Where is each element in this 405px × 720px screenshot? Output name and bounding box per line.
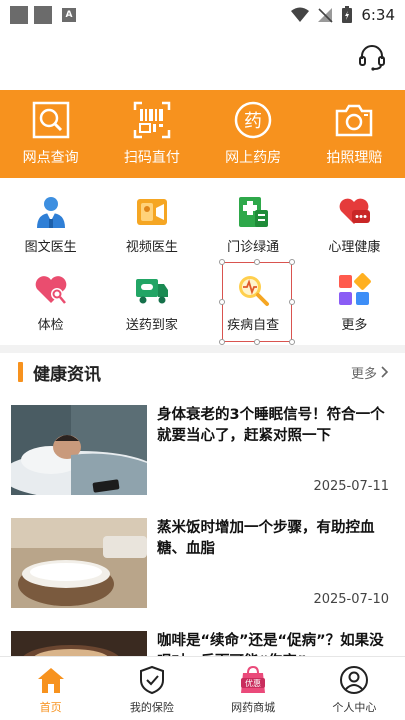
mall-icon: 优惠 bbox=[241, 665, 266, 693]
wifi-icon bbox=[291, 7, 310, 22]
news-item[interactable]: 身体衰老的3个睡眠信号！符合一个就要当心了，赶紧对照一下 2025-07-11 bbox=[0, 395, 405, 505]
nav-label: 我的保险 bbox=[129, 701, 174, 714]
service-clinic-green-channel[interactable]: 门诊绿通 bbox=[203, 186, 304, 264]
selection-handle bbox=[254, 259, 260, 265]
service-text-doctor[interactable]: 图文医生 bbox=[0, 186, 101, 264]
health-news-header: 健康资讯 更多 bbox=[0, 358, 405, 386]
service-mental-health[interactable]: 心理健康 bbox=[304, 186, 405, 264]
news-item[interactable]: 蒸米饭时增加一个步骤，有助控血糖、血脂 2025-07-10 bbox=[0, 508, 405, 618]
bottom-nav: 首页 我的保险 优惠 网药商城 个人中心 bbox=[0, 656, 405, 720]
news-thumbnail bbox=[11, 405, 147, 495]
news-date: 2025-07-10 bbox=[313, 592, 389, 607]
banner-item-scan-pay[interactable]: 扫码直付 bbox=[101, 90, 202, 178]
more-news-link[interactable]: 更多 bbox=[351, 363, 389, 382]
banner-label: 扫码直付 bbox=[123, 150, 180, 166]
notification-icon bbox=[34, 6, 52, 24]
chevron-right-icon bbox=[381, 366, 389, 378]
banner-label: 拍照理赔 bbox=[326, 150, 383, 166]
service-video-doctor[interactable]: 视频医生 bbox=[101, 186, 202, 264]
pharmacy-icon: 药 bbox=[234, 101, 272, 139]
service-label: 视频医生 bbox=[125, 240, 178, 255]
mall-badge: 优惠 bbox=[245, 678, 261, 688]
service-label: 心理健康 bbox=[328, 240, 381, 255]
nav-mall[interactable]: 优惠 网药商城 bbox=[203, 657, 304, 720]
section-accent-bar bbox=[18, 362, 23, 382]
more-apps-icon bbox=[339, 273, 372, 305]
news-date: 2025-07-11 bbox=[313, 479, 389, 494]
selection-handle bbox=[289, 259, 295, 265]
shield-check-icon bbox=[139, 665, 164, 695]
user-icon bbox=[340, 666, 369, 694]
doctor-icon bbox=[36, 197, 65, 228]
clinic-icon bbox=[239, 197, 269, 227]
barcode-icon bbox=[133, 101, 171, 139]
service-label: 体检 bbox=[37, 318, 64, 333]
home-icon bbox=[37, 668, 64, 693]
notification-icon bbox=[10, 6, 28, 24]
service-label: 图文医生 bbox=[24, 240, 77, 255]
svg-text:药: 药 bbox=[244, 111, 262, 132]
news-title: 蒸米饭时增加一个步骤，有助控血糖、血脂 bbox=[157, 520, 375, 557]
nav-profile[interactable]: 个人中心 bbox=[304, 657, 405, 720]
service-more[interactable]: 更多 bbox=[304, 264, 405, 342]
nav-label: 个人中心 bbox=[332, 701, 377, 714]
selection-handle bbox=[219, 299, 225, 305]
service-label: 送药到家 bbox=[125, 318, 178, 333]
selection-handle bbox=[289, 299, 295, 305]
nav-home[interactable]: 首页 bbox=[0, 657, 101, 720]
section-divider bbox=[0, 345, 405, 353]
banner-item-outlet-search[interactable]: 网点查询 bbox=[0, 90, 101, 178]
section-title: 健康资讯 bbox=[33, 364, 101, 385]
banner-label: 网上药房 bbox=[225, 150, 282, 166]
news-thumbnail bbox=[11, 518, 147, 608]
search-icon bbox=[32, 101, 69, 139]
selection-handle bbox=[219, 259, 225, 265]
delivery-truck-icon bbox=[135, 279, 168, 304]
selection-box bbox=[222, 262, 292, 342]
nav-label: 网药商城 bbox=[231, 701, 276, 714]
status-bar: A 6:34 bbox=[0, 0, 405, 30]
heart-chat-icon bbox=[339, 198, 371, 224]
customer-service-icon[interactable] bbox=[357, 42, 387, 72]
banner-label: 网点查询 bbox=[22, 150, 79, 166]
service-label: 更多 bbox=[341, 318, 368, 333]
clock: 6:34 bbox=[361, 6, 395, 24]
checkup-icon bbox=[35, 276, 66, 304]
nav-my-insurance[interactable]: 我的保险 bbox=[101, 657, 202, 720]
nav-label: 首页 bbox=[39, 701, 62, 714]
services-grid: 图文医生 视频医生 门诊绿通 心理健康 体检 送药到家 疾病自查 更多 bbox=[0, 186, 405, 342]
service-medicine-delivery[interactable]: 送药到家 bbox=[101, 264, 202, 342]
banner-item-online-pharmacy[interactable]: 药 网上药房 bbox=[203, 90, 304, 178]
service-checkup[interactable]: 体检 bbox=[0, 264, 101, 342]
more-label: 更多 bbox=[350, 366, 377, 382]
header bbox=[0, 30, 405, 88]
news-title: 身体衰老的3个睡眠信号！符合一个就要当心了，赶紧对照一下 bbox=[157, 407, 385, 444]
video-doctor-icon bbox=[136, 199, 167, 225]
signal-off-icon bbox=[318, 8, 333, 23]
battery-icon bbox=[342, 6, 353, 23]
quick-actions-banner: 网点查询 扫码直付 药 网上药房 拍照理赔 bbox=[0, 90, 405, 178]
camera-icon bbox=[336, 104, 373, 137]
a-badge-icon: A bbox=[62, 8, 76, 22]
service-label: 门诊绿通 bbox=[227, 240, 280, 255]
banner-item-photo-claim[interactable]: 拍照理赔 bbox=[304, 90, 405, 178]
